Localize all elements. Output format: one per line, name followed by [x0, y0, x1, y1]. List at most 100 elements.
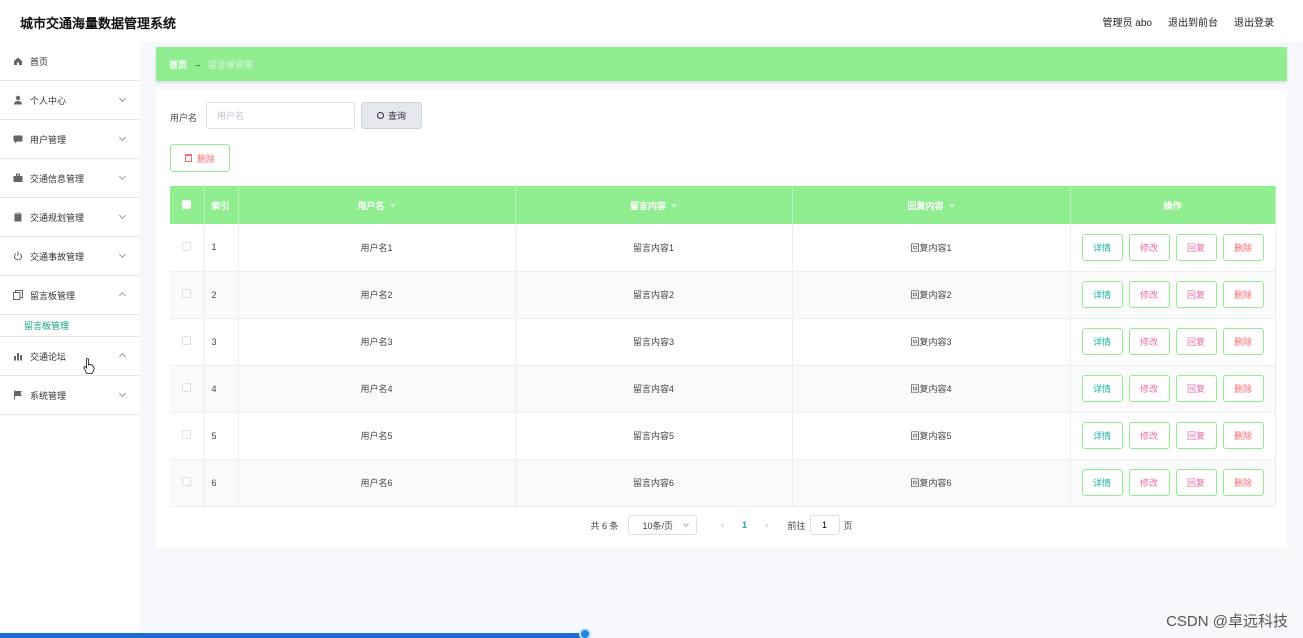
row-select-cell [170, 459, 205, 507]
message-table: 索引 用户名 留言内容 回复内容 操作 1 用户名1 留言内容1 回复内容1 详情 修改回… [170, 186, 1276, 507]
reply-button[interactable]: 回复 [1175, 281, 1217, 308]
delete-button[interactable]: 删除 [1222, 328, 1264, 355]
edit-button[interactable]: 修改 [1128, 375, 1170, 402]
delete-button[interactable]: 删除 [1222, 375, 1264, 402]
page-size-select[interactable]: 10条/页 [628, 515, 698, 535]
sidebar-subitem-message-board[interactable]: 留言板管理 [0, 315, 140, 337]
col-header-reply[interactable]: 回复内容 [792, 186, 1071, 224]
row-reply: 回复内容3 [792, 318, 1071, 366]
sidebar-item-user-management[interactable]: 用户管理 [0, 120, 140, 159]
home-icon [13, 56, 23, 66]
sidebar-item-traffic-accident[interactable]: 交通事故管理 [0, 237, 140, 276]
sort-icon[interactable] [948, 204, 955, 209]
select-all-checkbox[interactable] [182, 199, 192, 209]
row-select-cell [170, 224, 205, 272]
col-header-actions: 操作 [1070, 186, 1276, 224]
breadcrumb-separator: → [193, 59, 203, 69]
main-panel: 用户名 查询 删除 索引 用户名 留言内容 回复内容 操作 1用户名1留言内容1… [156, 90, 1287, 548]
video-progress-bar[interactable] [0, 633, 585, 638]
sidebar-item-traffic-info[interactable]: 交通信息管理 [0, 159, 140, 198]
sidebar-item-label: 交通信息管理 [30, 173, 85, 184]
chevron-down-icon [118, 250, 127, 259]
row-checkbox[interactable] [182, 477, 192, 486]
row-index: 5 [204, 412, 239, 460]
row-username: 用户名2 [238, 271, 516, 319]
sidebar-item-personal-center[interactable]: 个人中心 [0, 81, 140, 120]
col-header-index: 索引 [204, 186, 239, 224]
edit-button[interactable]: 修改 [1128, 281, 1170, 308]
sidebar-item-message-board[interactable]: 留言板管理 [0, 276, 140, 315]
bar-chart-icon [13, 351, 23, 361]
sort-icon[interactable] [671, 204, 677, 209]
edit-button[interactable]: 修改 [1128, 469, 1170, 496]
delete-button[interactable]: 删除 [1222, 233, 1264, 261]
row-username: 用户名5 [238, 412, 516, 460]
sort-icon[interactable] [389, 204, 396, 209]
edit-button[interactable]: 修改 [1128, 233, 1170, 261]
edit-button[interactable]: 修改 [1128, 422, 1170, 449]
row-select-cell [170, 365, 205, 413]
reply-button[interactable]: 回复 [1175, 375, 1217, 402]
detail-button[interactable]: 详情 [1081, 375, 1123, 402]
video-progress-knob[interactable] [579, 628, 591, 638]
col-header-username[interactable]: 用户名 [238, 186, 516, 224]
prev-page-icon[interactable]: ‹ [711, 520, 733, 531]
search-button[interactable]: 查询 [361, 102, 422, 129]
row-reply: 回复内容4 [792, 365, 1071, 413]
sidebar-item-traffic-planning[interactable]: 交通规划管理 [0, 198, 140, 237]
row-username: 用户名1 [238, 224, 516, 272]
detail-button[interactable]: 详情 [1081, 469, 1123, 496]
sidebar-item-system-management[interactable]: 系统管理 [0, 376, 140, 415]
reply-button[interactable]: 回复 [1175, 469, 1217, 496]
search-label: 用户名 [170, 113, 198, 123]
row-checkbox[interactable] [182, 430, 192, 439]
delete-button[interactable]: 删除 [1222, 469, 1264, 496]
row-actions: 详情 修改 回复 删除 [1070, 271, 1276, 319]
trash-icon [184, 154, 192, 162]
delete-button[interactable]: 删除 [1222, 281, 1264, 308]
table-row: 5 用户名5 留言内容5 回复内容5 详情 修改 回复 删除 [170, 412, 1276, 460]
page-number[interactable]: 1 [733, 520, 755, 530]
row-checkbox[interactable] [182, 383, 192, 392]
hand-cursor-icon [83, 358, 95, 374]
col-header-username-label: 用户名 [357, 200, 385, 211]
row-reply: 回复内容1 [792, 224, 1071, 272]
row-select-cell [170, 318, 205, 366]
username-search-input[interactable] [206, 102, 355, 129]
chat-icon [13, 134, 23, 144]
chevron-down-icon [118, 211, 127, 220]
back-to-front-link[interactable]: 退出到前台 [1168, 14, 1218, 29]
goto-page-input[interactable] [809, 515, 840, 535]
row-username: 用户名3 [238, 318, 516, 366]
chevron-down-icon [118, 389, 127, 398]
edit-button[interactable]: 修改 [1128, 328, 1170, 355]
breadcrumb-current: 留言板管理 [208, 59, 254, 70]
row-checkbox[interactable] [182, 289, 192, 298]
detail-button[interactable]: 详情 [1081, 422, 1123, 449]
logout-link[interactable]: 退出登录 [1234, 14, 1274, 29]
next-page-icon[interactable]: › [755, 520, 777, 531]
user-icon [13, 95, 23, 105]
row-message: 留言内容5 [515, 412, 793, 460]
row-message: 留言内容6 [515, 459, 793, 507]
sidebar-item-traffic-forum[interactable]: 交通论坛 [0, 337, 140, 376]
sidebar-item-label: 留言板管理 [30, 290, 76, 301]
reply-button[interactable]: 回复 [1175, 233, 1217, 261]
detail-button[interactable]: 详情 [1081, 233, 1123, 261]
delete-button[interactable]: 删除 [1222, 422, 1264, 449]
row-checkbox[interactable] [182, 241, 192, 251]
detail-button[interactable]: 详情 [1081, 281, 1123, 308]
row-actions: 详情 修改 回复 删除 [1070, 224, 1276, 272]
row-reply: 回复内容6 [792, 459, 1071, 507]
detail-button[interactable]: 详情 [1081, 328, 1123, 355]
bulk-delete-button[interactable]: 删除 [170, 144, 230, 172]
sidebar-item-home[interactable]: 首页 [0, 42, 140, 81]
pagination: 共 6 条 10条/页 ‹ 1 › 前往 页 [156, 515, 1287, 535]
row-actions: 详情 修改 回复 删除 [1070, 459, 1276, 507]
row-index: 1 [204, 224, 239, 272]
reply-button[interactable]: 回复 [1175, 422, 1217, 449]
breadcrumb-home-link[interactable]: 首页 [169, 58, 187, 71]
row-checkbox[interactable] [182, 336, 192, 345]
reply-button[interactable]: 回复 [1175, 328, 1217, 355]
col-header-message[interactable]: 留言内容 [515, 186, 793, 224]
